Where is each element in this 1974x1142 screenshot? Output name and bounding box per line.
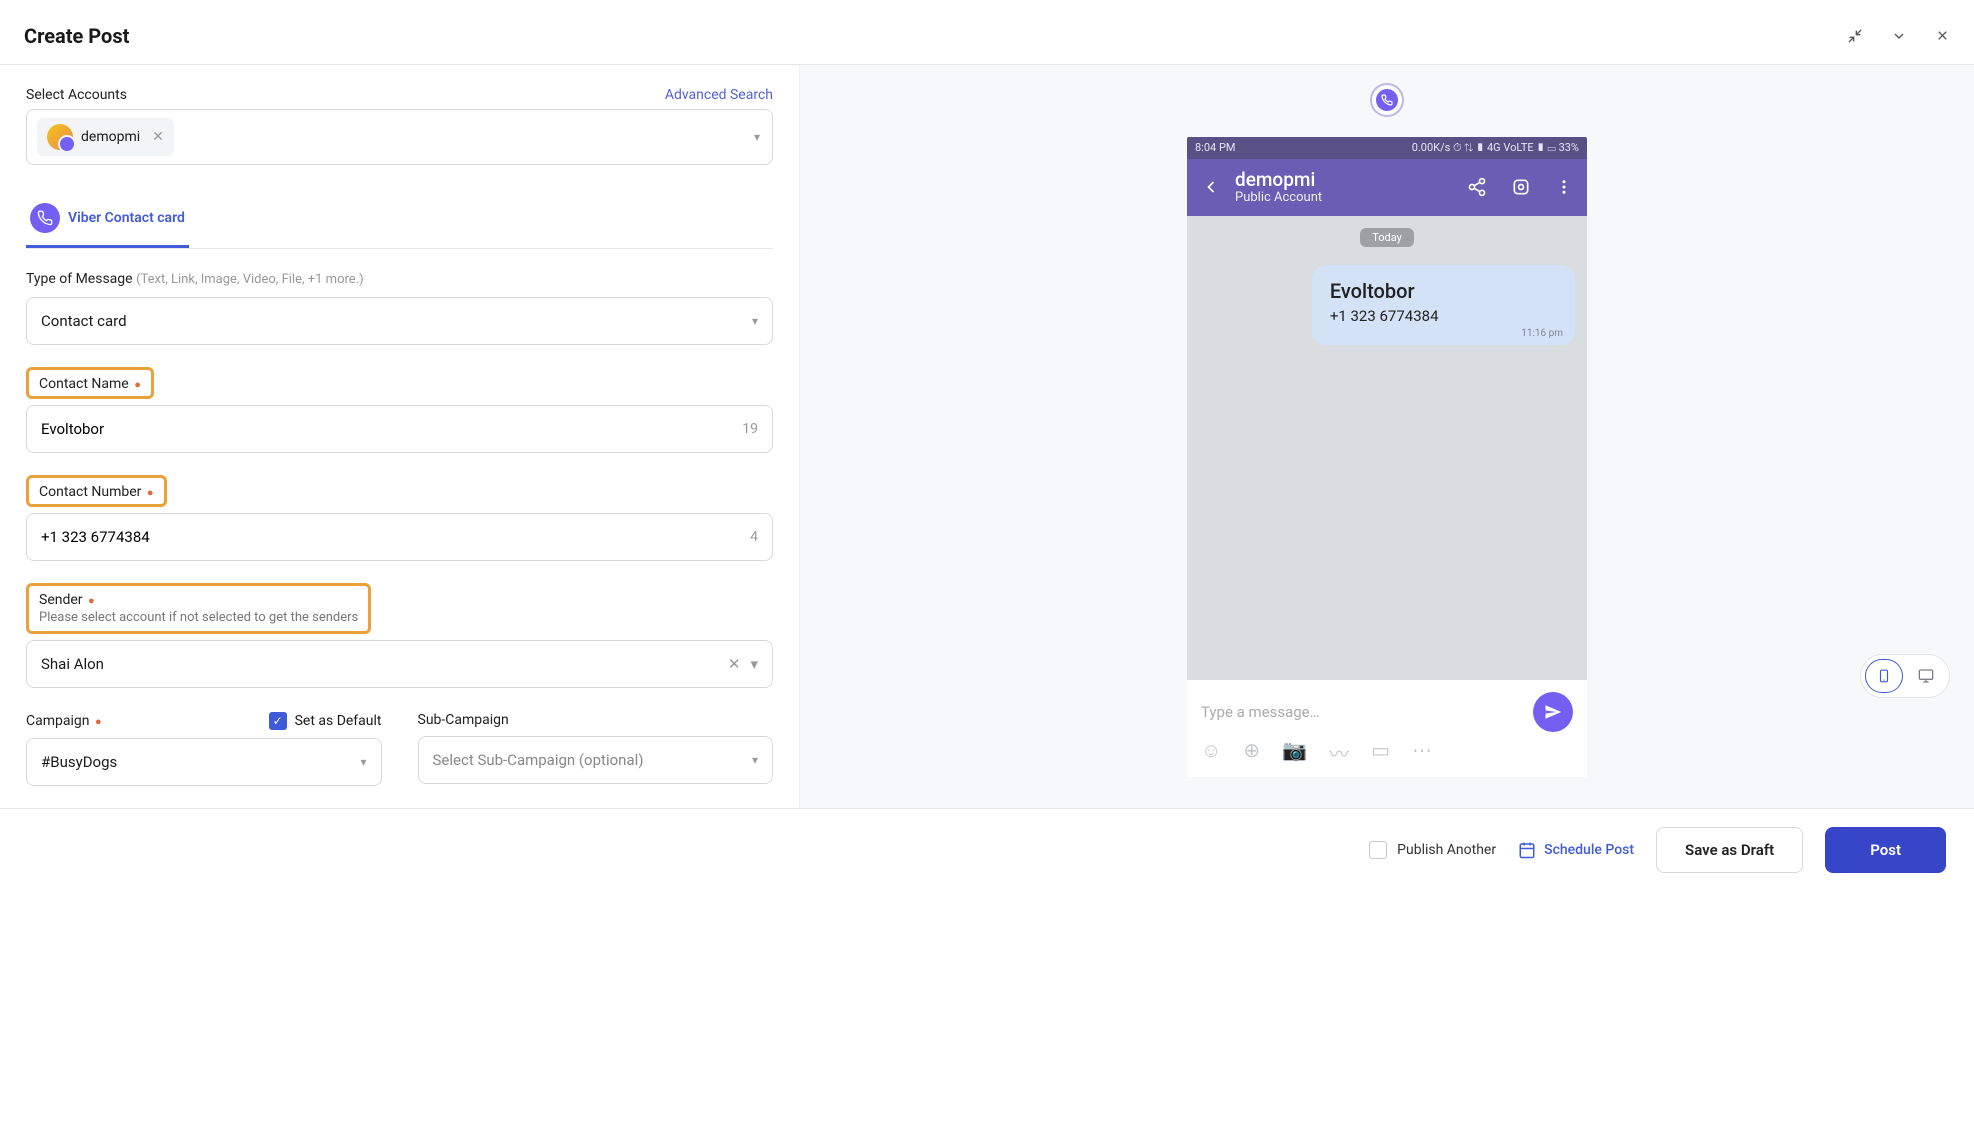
type-of-message-label: Type of Message (Text, Link, Image, Vide…	[26, 271, 773, 287]
viber-icon	[30, 203, 60, 233]
preview-panel: 8:04 PM 0.00K/s ⏱ ⇅ ▮ 4G VoLTE ▮ ▭ 33% d…	[800, 65, 1974, 808]
contact-number-count: 4	[750, 529, 758, 545]
chevron-down-icon: ▾	[752, 314, 758, 328]
bubble-contact-number: +1 323 6774384	[1330, 307, 1557, 325]
channel-tabs: Viber Contact card	[26, 193, 773, 249]
viber-chat-header: demopmi Public Account	[1187, 159, 1587, 216]
more-icon[interactable]	[1555, 178, 1573, 196]
phone-preview: 8:04 PM 0.00K/s ⏱ ⇅ ▮ 4G VoLTE ▮ ▭ 33% d…	[1187, 137, 1587, 777]
campaign-label: Campaign	[26, 713, 89, 729]
advanced-search-link[interactable]: Advanced Search	[665, 87, 773, 103]
phone-statusbar: 8:04 PM 0.00K/s ⏱ ⇅ ▮ 4G VoLTE ▮ ▭ 33%	[1187, 137, 1587, 159]
chevron-down-icon[interactable]: ▾	[750, 655, 758, 673]
device-toggle	[1860, 654, 1950, 698]
publish-another[interactable]: Publish Another	[1369, 841, 1496, 859]
contact-name-label-highlight: Contact Name ●	[26, 367, 154, 399]
back-icon[interactable]	[1201, 177, 1221, 197]
main-area: Select Accounts Advanced Search demopmi …	[0, 65, 1974, 808]
bubble-contact-name: Evoltobor	[1330, 279, 1557, 303]
dialog-header: Create Post	[0, 0, 1974, 65]
account-chip: demopmi ✕	[37, 118, 174, 156]
subcampaign-label: Sub-Campaign	[418, 712, 509, 728]
camera-icon[interactable]: 📷	[1282, 738, 1307, 767]
contact-name-count: 19	[742, 421, 758, 437]
contact-number-label-highlight: Contact Number ●	[26, 475, 167, 507]
send-icon[interactable]	[1533, 692, 1573, 732]
contact-number-input[interactable]	[41, 528, 686, 546]
account-avatar-icon	[47, 124, 73, 150]
checkbox-checked-icon[interactable]: ✓	[269, 712, 287, 730]
accounts-select[interactable]: demopmi ✕ ▾	[26, 109, 773, 165]
target-icon[interactable]	[1511, 177, 1531, 197]
contact-name-input[interactable]	[41, 420, 686, 438]
preview-account-type: Public Account	[1235, 191, 1443, 206]
sender-select[interactable]: Shai Alon ✕ ▾	[26, 640, 773, 688]
accounts-label: Select Accounts	[26, 87, 127, 103]
viber-icon	[1376, 89, 1398, 111]
campaign-select[interactable]: #BusyDogs ▾	[26, 738, 382, 786]
sender-value: Shai Alon	[41, 655, 104, 673]
compose-area: Type a message… ☺ ⊕ 📷 〰 ▭ ⋯	[1187, 680, 1587, 777]
compose-placeholder[interactable]: Type a message…	[1201, 703, 1533, 721]
close-icon[interactable]	[1935, 28, 1950, 44]
mobile-preview-toggle[interactable]	[1865, 659, 1903, 693]
share-icon[interactable]	[1467, 177, 1487, 197]
calendar-icon	[1518, 841, 1536, 859]
page-title: Create Post	[24, 24, 129, 48]
subcampaign-placeholder: Select Sub-Campaign (optional)	[433, 751, 644, 769]
post-button[interactable]: Post	[1825, 827, 1946, 873]
minimize-icon[interactable]	[1847, 28, 1863, 44]
bubble-time: 11:16 pm	[1521, 328, 1563, 339]
sender-controls: ✕ ▾	[728, 655, 758, 673]
sticker-icon[interactable]: ☺	[1201, 738, 1221, 767]
set-as-default[interactable]: ✓ Set as Default	[269, 712, 382, 730]
viber-channel-badge	[1370, 83, 1404, 117]
collapse-icon[interactable]	[1891, 28, 1907, 44]
tab-viber-contact-card[interactable]: Viber Contact card	[26, 193, 189, 248]
day-pill: Today	[1360, 228, 1414, 247]
conversation-area: Today Evoltobor +1 323 6774384 11:16 pm	[1187, 216, 1587, 680]
schedule-post-button[interactable]: Schedule Post	[1518, 841, 1634, 859]
type-of-message-select[interactable]: Contact card ▾	[26, 297, 773, 345]
contact-card-bubble: Evoltobor +1 323 6774384 11:16 pm	[1312, 265, 1575, 345]
remove-account-icon[interactable]: ✕	[152, 129, 164, 145]
desktop-preview-toggle[interactable]	[1907, 659, 1945, 693]
footer: Publish Another Schedule Post Save as Dr…	[0, 808, 1974, 891]
header-controls	[1847, 28, 1950, 44]
chevron-down-icon: ▾	[360, 755, 366, 769]
form-panel: Select Accounts Advanced Search demopmi …	[0, 65, 800, 808]
sender-help: Please select account if not selected to…	[39, 610, 358, 625]
account-chip-label: demopmi	[81, 129, 140, 145]
clear-sender-icon[interactable]: ✕	[728, 655, 741, 673]
plus-icon[interactable]: ⊕	[1243, 738, 1260, 767]
save-draft-button[interactable]: Save as Draft	[1656, 827, 1803, 873]
doodle-icon[interactable]: 〰	[1329, 738, 1349, 767]
gif-icon[interactable]: ▭	[1371, 738, 1390, 767]
type-of-message-hint: (Text, Link, Image, Video, File, +1 more…	[136, 272, 364, 287]
preview-account-name: demopmi	[1235, 169, 1443, 191]
chevron-down-icon: ▾	[752, 753, 758, 767]
sender-label-highlight: Sender ● Please select account if not se…	[26, 583, 371, 634]
type-of-message-value: Contact card	[41, 312, 127, 330]
contact-name-input-wrap: 19	[26, 405, 773, 453]
contact-number-input-wrap: 4	[26, 513, 773, 561]
more-compose-icon[interactable]: ⋯	[1412, 738, 1432, 767]
subcampaign-select[interactable]: Select Sub-Campaign (optional) ▾	[418, 736, 774, 784]
tab-label: Viber Contact card	[68, 210, 185, 226]
checkbox-unchecked-icon[interactable]	[1369, 841, 1387, 859]
campaign-value: #BusyDogs	[41, 753, 117, 771]
chevron-down-icon[interactable]: ▾	[754, 130, 760, 144]
